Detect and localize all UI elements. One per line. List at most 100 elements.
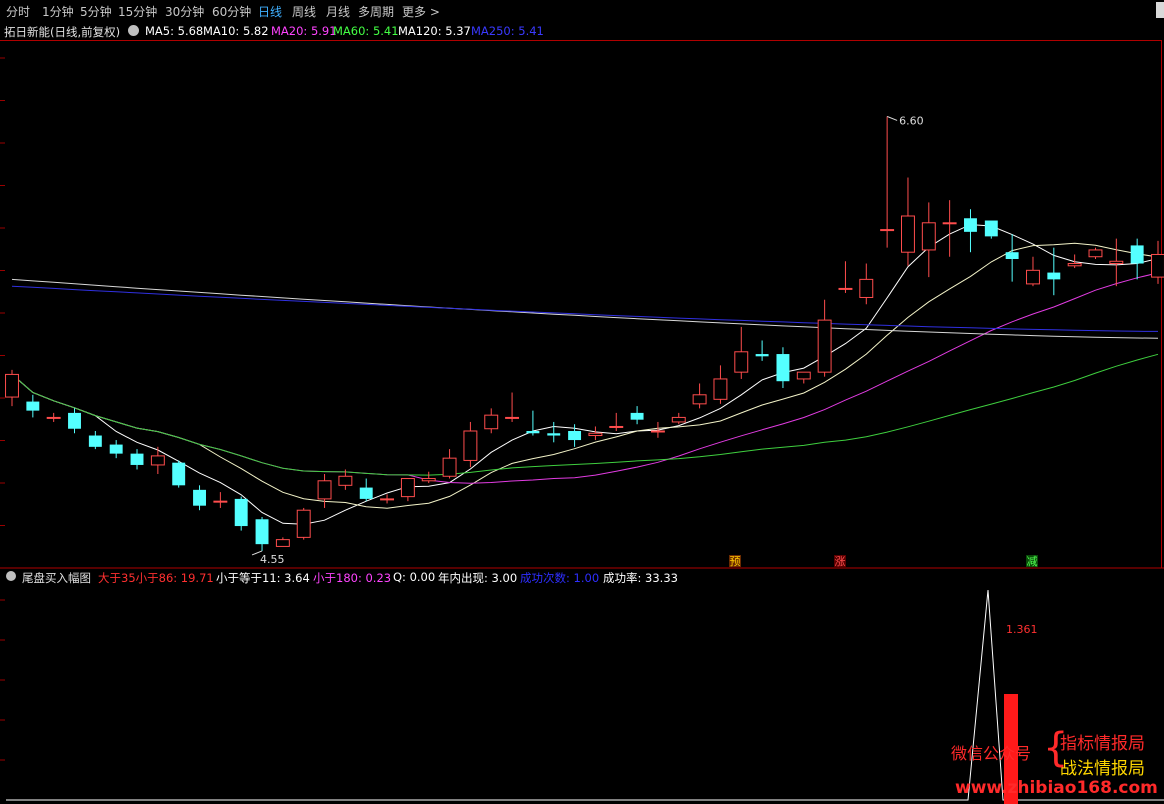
candle-body (421, 478, 436, 482)
candle (172, 460, 186, 488)
candle (838, 261, 853, 293)
low-label: 4.55 (260, 553, 285, 566)
candle-body (213, 500, 228, 503)
candle (1067, 254, 1082, 269)
candle (859, 263, 874, 305)
candle (505, 392, 520, 422)
candle (213, 492, 228, 508)
ma60-line (11, 353, 1159, 476)
candle-body (1151, 253, 1164, 278)
candle-body (109, 444, 123, 454)
candle (234, 496, 248, 531)
candle-body (26, 401, 40, 411)
candle-body (193, 489, 206, 506)
candle-body (630, 412, 644, 420)
candle (921, 202, 936, 278)
candle-body (671, 416, 686, 423)
candle-body (942, 222, 957, 225)
candle (588, 426, 603, 441)
ma20-line (11, 272, 1159, 484)
candle (484, 408, 499, 434)
candle (671, 412, 686, 425)
candle (193, 485, 206, 511)
candle-body (234, 498, 248, 527)
sub-item-6: 成功次数: 1.00 (520, 571, 600, 585)
candle (880, 116, 895, 248)
kline-chart[interactable]: 6.60 4.55 预 涨 减 1.361 (0, 0, 1164, 804)
candle-body (713, 378, 728, 400)
candle (1026, 256, 1040, 287)
candle (609, 412, 624, 431)
ma250-line (11, 285, 1159, 332)
candle (796, 371, 811, 384)
candle-body (817, 319, 832, 373)
candle-body (5, 373, 19, 398)
watermark-name-2: 战法情报局 (1060, 759, 1145, 779)
candle-body (130, 453, 144, 465)
candle-body (380, 498, 395, 501)
candle-body (442, 457, 457, 477)
candle-body (275, 539, 290, 547)
candle-body (692, 394, 707, 405)
candle (713, 365, 728, 404)
candle (547, 421, 561, 443)
candle-body (1130, 245, 1144, 264)
candle-body (338, 475, 353, 486)
candle (255, 517, 269, 551)
candle (296, 507, 311, 540)
candle-body (650, 430, 665, 433)
watermark-url: www.zhibiao168.com (955, 778, 1158, 798)
candle-body (68, 412, 81, 429)
candle (380, 494, 395, 504)
candle (942, 200, 957, 257)
candle-body (526, 431, 540, 434)
sub-item-3: 小于180: 0.23 (313, 571, 392, 585)
candle (817, 299, 832, 377)
candle (901, 177, 915, 266)
candle (109, 440, 123, 459)
candle (964, 209, 977, 253)
candle (1047, 247, 1061, 296)
candle-body (317, 480, 332, 500)
sub-item-5: 年内出现: 3.00 (438, 571, 518, 585)
candle-body (484, 414, 499, 430)
candle-body (1026, 269, 1040, 285)
candle (1088, 247, 1103, 259)
candle-body (964, 218, 977, 232)
sub-value-label: 1.361 (1006, 623, 1038, 636)
candle (1130, 238, 1144, 280)
candle-body (46, 416, 61, 419)
candle (400, 478, 415, 502)
watermark-name-1: 指标情报局 (1060, 734, 1145, 754)
marker-yu: 预 (730, 555, 741, 568)
sub-settings-gear-icon[interactable] (6, 571, 16, 581)
marker-zhang: 涨 (835, 555, 846, 568)
candle-body (984, 220, 998, 237)
high-label: 6.60 (899, 114, 924, 127)
candle-body (88, 435, 102, 447)
candle (421, 471, 436, 484)
candle-body (463, 430, 478, 461)
candle (130, 449, 144, 470)
candle (68, 408, 81, 434)
candle-body (1088, 249, 1103, 258)
candle-body (1067, 263, 1082, 267)
candle (984, 220, 998, 239)
candle-body (568, 431, 582, 441)
sub-title[interactable]: 尾盘买入幅图 (22, 570, 91, 586)
candle-body (921, 222, 936, 251)
candle (1151, 240, 1164, 284)
candle (88, 431, 102, 450)
candle-body (1047, 272, 1061, 280)
sub-item-2: 小于等于11: 3.64 (216, 571, 310, 585)
candle (1005, 234, 1019, 282)
candle-body (901, 215, 915, 253)
candle (463, 421, 478, 468)
candle (1109, 238, 1124, 287)
candle-body (150, 455, 165, 466)
candle-body (838, 287, 853, 290)
candles (5, 116, 1164, 551)
candle-body (796, 371, 811, 380)
sub-item-1: 大于35小于86: 19.71 (98, 571, 214, 585)
candle (755, 340, 769, 361)
